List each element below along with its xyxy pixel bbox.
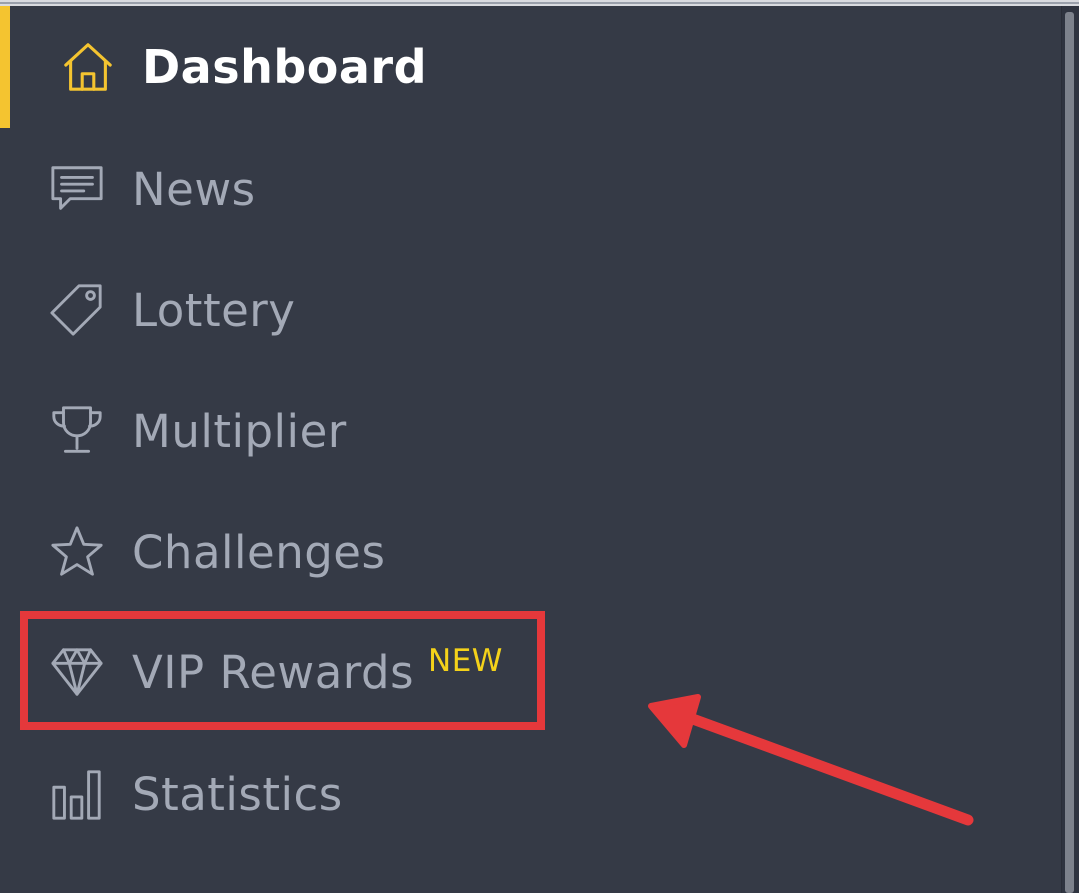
sidebar-item-label: Statistics [132,767,343,821]
sidebar-item-lottery[interactable]: Lottery [0,255,1040,365]
home-icon [60,39,116,95]
app-frame: Dashboard News Lottery Multiplier Challe… [0,0,1079,893]
star-icon [49,524,105,580]
scrollbar-thumb[interactable] [1065,12,1074,893]
sidebar-item-dashboard[interactable]: Dashboard [0,12,1040,122]
trophy-icon [49,403,105,459]
bar-chart-icon [49,766,105,822]
sidebar-item-multiplier[interactable]: Multiplier [0,376,1040,486]
sidebar-item-challenges[interactable]: Challenges [0,497,1040,607]
scrollbar[interactable] [1061,6,1079,893]
sidebar-item-statistics[interactable]: Statistics [0,739,1040,849]
sidebar-item-label: Lottery [132,283,296,337]
sidebar-item-label: Challenges [132,525,386,579]
annotation-highlight-box [20,611,545,730]
sidebar-item-label: Dashboard [142,40,428,94]
chat-icon [49,161,105,217]
top-border [0,0,1079,6]
tag-icon [49,282,105,338]
sidebar-item-label: News [132,162,256,216]
sidebar-item-news[interactable]: News [0,134,1040,244]
sidebar-item-label: Multiplier [132,404,347,458]
